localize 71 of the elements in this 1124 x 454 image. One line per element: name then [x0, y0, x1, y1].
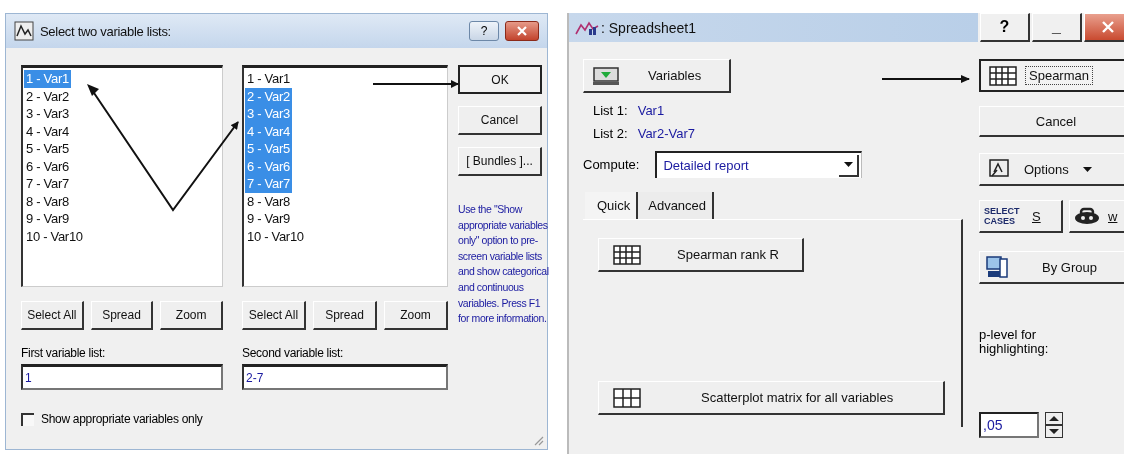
field-label: Second variable list:: [242, 346, 345, 360]
tab[interactable]: Advanced: [638, 192, 715, 219]
select-cases-button[interactable]: SELECT CASES S: [979, 200, 1063, 233]
dialog-button[interactable]: OK: [458, 65, 542, 94]
dialog-button[interactable]: [ Bundles ]...: [458, 147, 542, 176]
spearman-button[interactable]: Spearman: [979, 59, 1124, 92]
weight-button[interactable]: w: [1069, 200, 1124, 233]
list-item[interactable]: 10 - Var10: [245, 227, 306, 245]
list-item[interactable]: 4 - Var4: [24, 122, 71, 140]
app-icon: [575, 20, 599, 35]
spinner[interactable]: [1045, 412, 1063, 438]
list-label: List 1:: [593, 103, 628, 118]
help-button[interactable]: ?: [469, 21, 499, 41]
minimize-button[interactable]: _: [1032, 13, 1082, 42]
close-icon: [1101, 21, 1114, 33]
list-item[interactable]: 3 - Var3: [24, 105, 71, 123]
list-item[interactable]: 2 - Var2: [24, 87, 71, 105]
close-button[interactable]: [505, 21, 539, 41]
cancel-button[interactable]: Cancel: [979, 106, 1124, 137]
resize-grip[interactable]: [532, 434, 544, 446]
variable-list[interactable]: 1 - Var1 2 - Var2 3 - Var3 4 - Var4 5 - Var5 6 - Var6 7 - Var7 8 - Var8 9 - Var9 10 - Var10: [242, 65, 448, 287]
caret-icon: [1082, 166, 1092, 172]
list-button[interactable]: Zoom: [384, 301, 448, 330]
help-button[interactable]: ?: [980, 13, 1030, 42]
list-button[interactable]: Select All: [242, 301, 306, 330]
list-value: Var2-Var7: [637, 126, 695, 141]
table-icon: [613, 387, 641, 408]
dropdown-caret-icon: [843, 162, 853, 167]
list-item[interactable]: 7 - Var7: [24, 175, 71, 193]
table-icon: [613, 244, 641, 265]
list-button[interactable]: Zoom: [160, 301, 223, 330]
monitor-icon: [592, 65, 620, 86]
variable-list[interactable]: 1 - Var1 2 - Var2 3 - Var3 4 - Var4 5 - Var5 6 - Var6 7 - Var7 8 - Var8 9 - Var9 10 - Var10: [21, 65, 223, 287]
weight-icon: [1074, 207, 1100, 225]
variables-button[interactable]: Variables: [583, 59, 731, 93]
scatterplot-button[interactable]: Scatterplot matrix for all variables: [598, 381, 945, 415]
list-label: List 2:: [593, 126, 628, 141]
list-item[interactable]: 1 - Var1: [245, 70, 292, 88]
field-label: First variable list:: [21, 346, 107, 360]
spearman-button[interactable]: Spearman rank R: [598, 238, 804, 272]
list-button[interactable]: Select All: [21, 301, 84, 330]
compute-dropdown[interactable]: Detailed report: [655, 151, 863, 178]
checkbox-label: Show appropriate variables only: [41, 412, 203, 426]
p-level-label: p-level for highlighting:: [979, 328, 1050, 356]
list-button[interactable]: Spread: [90, 301, 154, 330]
checkbox[interactable]: [21, 412, 34, 426]
dialog-button[interactable]: Cancel: [458, 106, 542, 135]
list-item[interactable]: 6 - Var6: [24, 157, 71, 175]
table-icon: [989, 65, 1017, 86]
list-item[interactable]: 5 - Var5: [24, 140, 71, 158]
list-item[interactable]: 9 - Var9: [245, 210, 292, 228]
input-field[interactable]: 1: [21, 364, 223, 390]
options-button[interactable]: Options: [979, 153, 1124, 186]
input-field[interactable]: 2-7: [242, 364, 448, 390]
group-icon: [986, 256, 1008, 278]
list-item[interactable]: 8 - Var8: [245, 192, 292, 210]
list-item[interactable]: 10 - Var10: [24, 227, 85, 245]
compute-label: Compute:: [583, 157, 640, 172]
by-group-button[interactable]: By Group: [979, 251, 1124, 284]
window-title: : Spreadsheet1: [601, 19, 696, 36]
list-value: Var1: [637, 103, 665, 118]
list-button[interactable]: Spread: [313, 301, 377, 330]
window-title: Select two variable lists:: [40, 23, 172, 39]
close-icon: [517, 26, 527, 36]
options-icon: [988, 159, 1010, 179]
help-text: Use the "Show appropriate variables only" option to pre-screen variable lists and show categorical and continuous variables. Press F1 for more information.: [458, 202, 550, 327]
list-item[interactable]: 8 - Var8: [24, 192, 71, 210]
tab[interactable]: Quick: [585, 192, 639, 219]
p-level-field[interactable]: ,05: [979, 412, 1039, 438]
list-item[interactable]: 9 - Var9: [24, 210, 71, 228]
app-icon: [14, 21, 34, 41]
